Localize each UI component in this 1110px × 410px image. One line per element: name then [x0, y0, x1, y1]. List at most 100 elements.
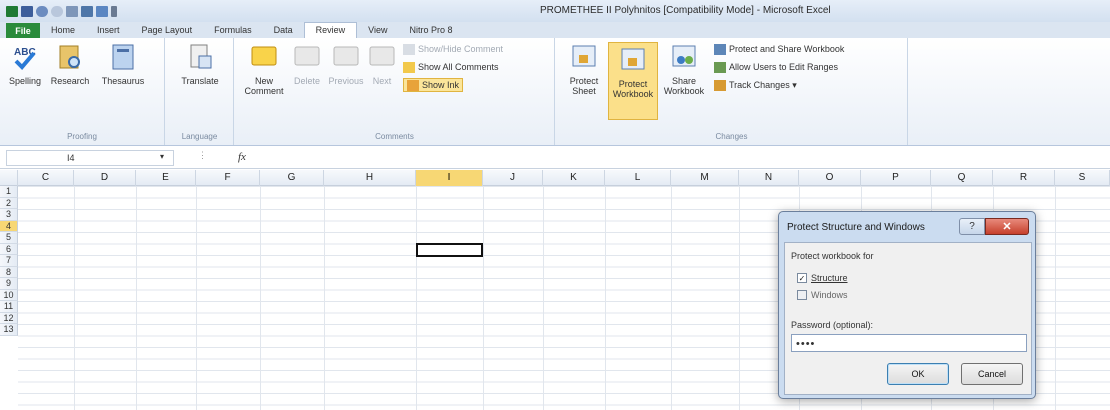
column-header[interactable]: P	[861, 170, 931, 186]
column-header[interactable]: S	[1055, 170, 1110, 186]
research-label: Research	[50, 76, 90, 86]
translate-button[interactable]: Translate	[176, 42, 224, 86]
row-header-selected[interactable]: 4	[0, 220, 18, 232]
tab-nitro-pro[interactable]: Nitro Pro 8	[398, 23, 463, 38]
column-divider	[543, 186, 544, 410]
ok-button[interactable]: OK	[887, 363, 949, 385]
allow-users-icon	[714, 61, 726, 73]
language-group-label: Language	[181, 132, 218, 141]
row-header[interactable]: 8	[0, 266, 18, 278]
column-header[interactable]: C	[18, 170, 74, 186]
row-header[interactable]: 3	[0, 209, 18, 221]
column-header[interactable]: N	[739, 170, 799, 186]
row-header[interactable]: 10	[0, 289, 18, 301]
row-header[interactable]: 5	[0, 232, 18, 244]
row-header[interactable]: 9	[0, 278, 18, 290]
print-preview-icon[interactable]	[66, 5, 78, 17]
row-header[interactable]: 11	[0, 301, 18, 313]
save-icon[interactable]	[21, 5, 33, 17]
research-button[interactable]: Research	[48, 42, 92, 86]
active-cell[interactable]	[416, 243, 483, 257]
next-comment-button[interactable]: Next	[367, 42, 397, 86]
column-divider	[260, 186, 261, 410]
insert-function-icon[interactable]: fx	[238, 151, 246, 163]
password-label: Password (optional):	[791, 320, 874, 330]
show-all-comments-label: Show All Comments	[418, 62, 499, 72]
protect-share-button[interactable]: Protect and Share Workbook	[714, 42, 844, 56]
column-header[interactable]: Q	[931, 170, 993, 186]
delete-comment-button[interactable]: Delete	[289, 42, 325, 86]
help-button[interactable]: ?	[959, 218, 985, 235]
previous-comment-icon	[333, 46, 359, 66]
protect-share-label: Protect and Share Workbook	[729, 44, 845, 54]
protect-workbook-button[interactable]: Protect Workbook	[608, 42, 658, 120]
tab-insert[interactable]: Insert	[86, 23, 131, 38]
title-bar: PROMETHEE II Polyhnitos [Compatibility M…	[0, 0, 1110, 22]
column-header[interactable]: R	[993, 170, 1055, 186]
research-icon	[59, 45, 80, 69]
structure-checkbox[interactable]: ✓	[797, 273, 807, 283]
previous-comment-button[interactable]: Previous	[327, 42, 365, 86]
close-button[interactable]: ✕	[985, 218, 1029, 235]
spelling-button[interactable]: ABC Spelling	[8, 42, 42, 86]
row-header[interactable]: 2	[0, 197, 18, 209]
chart-icon[interactable]	[96, 5, 108, 17]
share-workbook-button[interactable]: Share Workbook	[662, 42, 706, 96]
tab-review[interactable]: Review	[303, 22, 358, 38]
translate-label: Translate	[181, 76, 219, 86]
column-header[interactable]: E	[136, 170, 196, 186]
windows-checkbox-row[interactable]: Windows	[797, 290, 848, 300]
protect-workbook-icon	[621, 48, 645, 70]
tab-data[interactable]: Data	[263, 23, 304, 38]
language-group: Translate Language	[166, 38, 234, 145]
structure-checkbox-row[interactable]: ✓ Structure	[797, 273, 848, 283]
allow-users-button[interactable]: Allow Users to Edit Ranges	[714, 60, 838, 74]
name-box[interactable]: I4	[6, 150, 174, 166]
password-field[interactable]: ••••	[791, 334, 1027, 352]
protect-sheet-label: Protect Sheet	[569, 76, 599, 96]
row-header[interactable]: 13	[0, 324, 18, 336]
tab-home[interactable]: Home	[40, 23, 86, 38]
row-header[interactable]: 1	[0, 186, 18, 198]
tab-view[interactable]: View	[357, 23, 398, 38]
track-changes-button[interactable]: Track Changes ▾	[714, 78, 797, 92]
row-header[interactable]: 7	[0, 255, 18, 267]
undo-icon[interactable]	[36, 5, 48, 17]
column-header[interactable]: H	[324, 170, 416, 186]
show-all-comments-icon	[403, 61, 415, 73]
column-header[interactable]: G	[260, 170, 324, 186]
track-changes-label: Track Changes ▾	[729, 79, 797, 90]
customize-toolbar-icon[interactable]	[111, 5, 117, 17]
row-header[interactable]: 12	[0, 312, 18, 324]
column-header[interactable]: M	[671, 170, 739, 186]
column-divider	[605, 186, 606, 410]
sort-icon[interactable]	[81, 5, 93, 17]
next-comment-label: Next	[372, 76, 392, 86]
delete-comment-icon	[294, 46, 320, 66]
tab-file[interactable]: File	[6, 23, 40, 38]
select-all-corner[interactable]	[0, 170, 18, 186]
thesaurus-button[interactable]: Thesaurus	[100, 42, 146, 86]
column-header[interactable]: L	[605, 170, 671, 186]
cancel-button[interactable]: Cancel	[961, 363, 1023, 385]
column-header-selected[interactable]: I	[416, 170, 483, 186]
column-header[interactable]: F	[196, 170, 260, 186]
show-ink-button[interactable]: Show Ink	[403, 78, 464, 92]
column-header[interactable]: O	[799, 170, 861, 186]
column-divider	[1055, 186, 1056, 410]
windows-checkbox[interactable]	[797, 290, 807, 300]
redo-icon[interactable]	[51, 5, 63, 17]
name-box-dropdown-icon[interactable]: ▾	[160, 152, 164, 161]
column-header[interactable]: D	[74, 170, 136, 186]
new-comment-button[interactable]: New Comment	[243, 42, 285, 96]
protect-sheet-button[interactable]: Protect Sheet	[564, 42, 604, 96]
column-header[interactable]: J	[483, 170, 543, 186]
tab-formulas[interactable]: Formulas	[203, 23, 263, 38]
row-header[interactable]: 6	[0, 243, 18, 255]
show-all-comments-button[interactable]: Show All Comments	[403, 60, 499, 74]
formula-input[interactable]	[258, 150, 1106, 166]
column-header[interactable]: K	[543, 170, 605, 186]
show-hide-comment-button[interactable]: Show/Hide Comment	[403, 42, 503, 56]
tab-page-layout[interactable]: Page Layout	[131, 23, 204, 38]
column-divider	[483, 186, 484, 410]
